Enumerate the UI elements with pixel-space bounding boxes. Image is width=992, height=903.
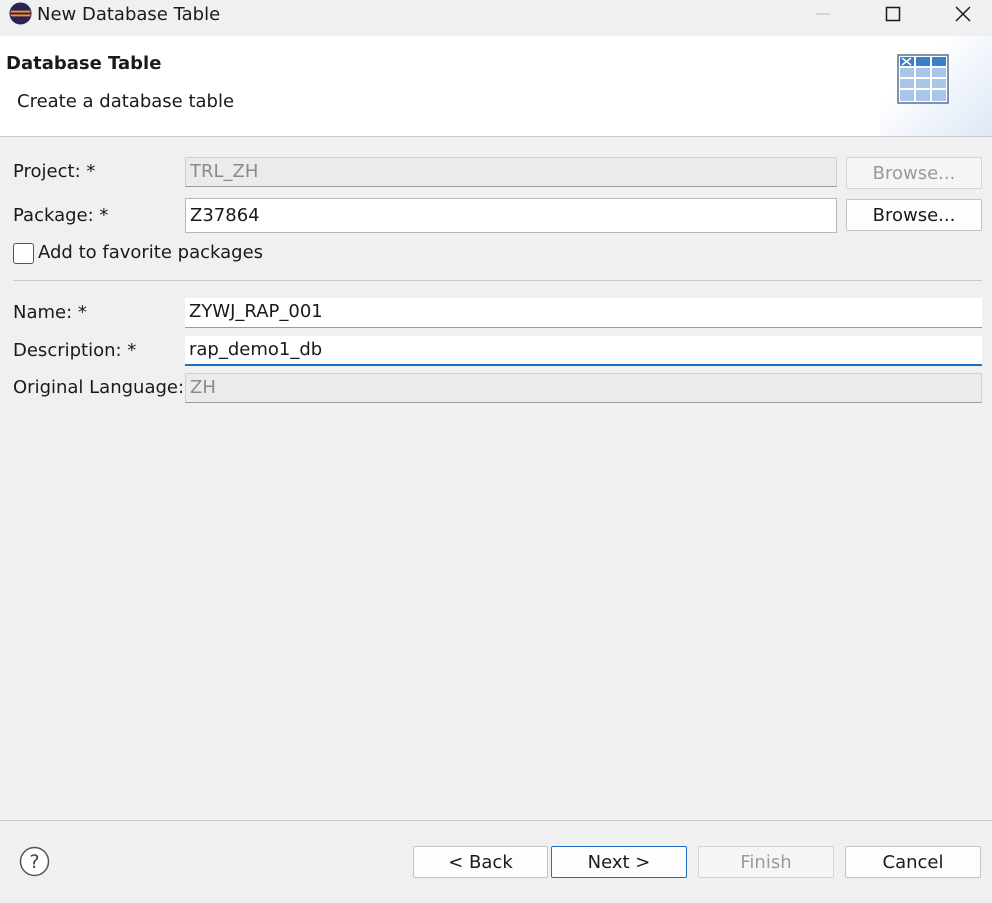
project-field: TRL_ZH (185, 157, 837, 187)
favorite-checkbox[interactable] (13, 243, 34, 264)
description-field[interactable]: rap_demo1_db (185, 336, 982, 366)
name-label: Name: * (13, 302, 87, 323)
minimize-button[interactable] (800, 0, 846, 28)
page-title: Database Table (6, 53, 162, 74)
section-divider (13, 280, 982, 281)
package-label: Package: * (13, 205, 109, 226)
title-bar: New Database Table (0, 0, 992, 36)
table-icon (897, 54, 949, 104)
help-icon[interactable]: ? (19, 846, 50, 877)
name-field[interactable]: ZYWJ_RAP_001 (185, 298, 982, 328)
back-button[interactable]: < Back (413, 846, 548, 878)
description-label: Description: * (13, 340, 137, 361)
page-subtitle: Create a database table (17, 91, 235, 112)
maximize-button[interactable] (870, 0, 916, 28)
language-label: Original Language: (13, 377, 185, 398)
eclipse-icon (9, 2, 32, 25)
favorite-label[interactable]: Add to favorite packages (38, 242, 263, 263)
svg-text:?: ? (29, 851, 39, 873)
close-icon (955, 6, 971, 22)
project-label: Project: * (13, 161, 96, 182)
footer-divider (0, 820, 992, 821)
next-button[interactable]: Next > (551, 846, 687, 878)
package-field[interactable]: Z37864 (185, 198, 837, 233)
project-browse-button: Browse... (846, 157, 982, 189)
wizard-header: Database Table Create a database table (0, 36, 992, 137)
minimize-icon (816, 13, 830, 15)
close-button[interactable] (940, 0, 986, 28)
language-field: ZH (185, 373, 982, 403)
cancel-button[interactable]: Cancel (845, 846, 981, 878)
maximize-icon (885, 6, 901, 22)
window-title: New Database Table (37, 4, 221, 25)
package-browse-button[interactable]: Browse... (846, 199, 982, 231)
finish-button: Finish (698, 846, 834, 878)
